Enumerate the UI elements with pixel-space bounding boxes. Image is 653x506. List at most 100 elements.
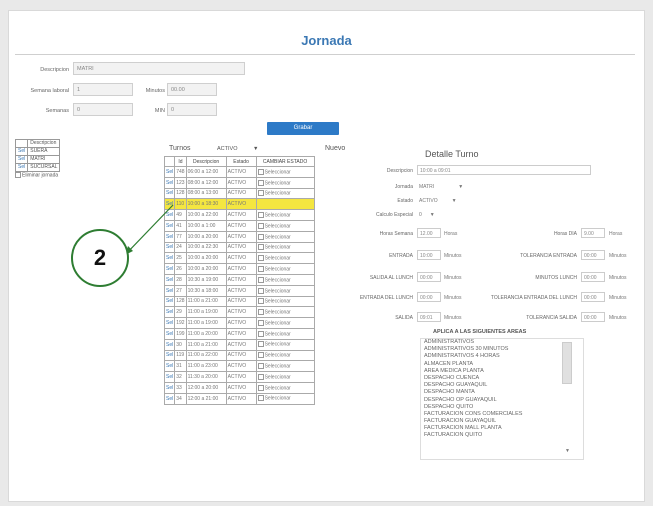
cambiar-estado-checkbox[interactable] — [257, 244, 264, 251]
turno-cambiar-estado[interactable]: Seleccionar — [255, 187, 315, 200]
cambiar-estado-checkbox[interactable] — [257, 276, 264, 283]
dias-input[interactable]: 1 — [73, 83, 133, 96]
det-salida-input[interactable]: 09:01 — [417, 312, 441, 322]
area-option[interactable]: DESPACHO OP GUAYAQUIL — [421, 397, 583, 404]
cambiar-estado-checkbox[interactable] — [257, 384, 264, 391]
cambiar-estado-checkbox[interactable] — [257, 265, 264, 272]
area-option[interactable]: FACTURACION GUAYAQUIL — [421, 418, 583, 425]
area-option[interactable]: DESPACHO QUITO — [421, 404, 583, 411]
turno-cambiar-estado[interactable]: Seleccionar — [255, 338, 315, 351]
area-option[interactable]: ADMINISTRATIVOS 30 MINUTOS — [421, 346, 583, 353]
area-option[interactable]: FACTURACION MALL PLANTA — [421, 425, 583, 432]
scroll-down-icon[interactable]: ▼ — [565, 448, 570, 454]
turno-row[interactable]: Sel 41 10:00 a 1:00 ACTIVO Seleccionar — [163, 219, 315, 232]
cambiar-estado-checkbox[interactable] — [257, 395, 264, 402]
turno-row[interactable]: Sel 192 11:00 a 19:00 ACTIVO Seleccionar — [163, 317, 315, 329]
area-option[interactable]: DESPACHO CUENCA — [421, 375, 583, 382]
cambiar-estado-checkbox[interactable] — [257, 330, 264, 337]
det-estado-select[interactable]: ACTIVO ▼ — [419, 198, 457, 204]
turno-row[interactable]: Sel 199 11:00 a 20:00 ACTIVO Seleccionar — [163, 327, 315, 340]
turno-cambiar-estado[interactable]: Seleccionar — [255, 176, 315, 189]
grabar-button[interactable]: Grabar — [267, 122, 339, 135]
turno-select-link[interactable]: Sel — [163, 327, 176, 340]
cambiar-estado-checkbox[interactable] — [257, 309, 264, 316]
turno-row[interactable]: Sel 31 11:00 a 23:00 ACTIVO Seleccionar — [163, 360, 315, 373]
max-input[interactable]: 0 — [167, 103, 217, 116]
turno-cambiar-estado[interactable]: Seleccionar — [255, 317, 315, 329]
turno-row[interactable]: Sel 128 11:00 a 21:00 ACTIVO Seleccionar — [163, 295, 315, 308]
turno-cambiar-estado[interactable] — [255, 198, 315, 211]
eliminar-checkbox[interactable] — [15, 172, 21, 178]
turno-cambiar-estado[interactable]: Seleccionar — [255, 263, 315, 275]
det-minutos-lunch-input[interactable]: 00:00 — [581, 272, 605, 282]
jornada-select-link[interactable]: Sel — [14, 163, 29, 172]
minutos-input[interactable]: 00.00 — [167, 83, 217, 96]
det-entrada-input[interactable]: 10:00 — [417, 250, 441, 260]
turno-row[interactable]: Sel 25 10:00 a 20:00 ACTIVO Seleccionar — [163, 252, 315, 265]
turno-cambiar-estado[interactable]: Seleccionar — [255, 327, 315, 340]
turno-row[interactable]: Sel 123 08:00 a 12:00 ACTIVO Seleccionar — [163, 176, 315, 189]
turno-cambiar-estado[interactable]: Seleccionar — [255, 209, 315, 221]
area-option[interactable]: FACTURACION QUITO — [421, 432, 583, 439]
turno-select-link[interactable]: Sel — [163, 371, 176, 383]
turno-select-link[interactable]: Sel — [163, 176, 176, 189]
turno-row[interactable]: Sel 24 10:00 a 22:30 ACTIVO Seleccionar — [163, 241, 315, 254]
turno-cambiar-estado[interactable]: Seleccionar — [255, 381, 315, 394]
turno-cambiar-estado[interactable]: Seleccionar — [255, 241, 315, 254]
cambiar-estado-checkbox[interactable] — [257, 363, 264, 370]
turno-cambiar-estado[interactable]: Seleccionar — [255, 360, 315, 373]
det-horas-dia-input[interactable]: 9.00 — [581, 228, 605, 238]
area-option[interactable]: ALMACEN PLANTA — [421, 361, 583, 368]
turno-select-link[interactable]: Sel — [163, 166, 176, 178]
turno-row[interactable]: Sel 77 10:00 a 20:00 ACTIVO Seleccionar — [163, 230, 315, 243]
turno-select-link[interactable]: Sel — [163, 306, 176, 319]
det-horas-semana-input[interactable]: 12.00 — [417, 228, 441, 238]
turno-row[interactable]: Sel 30 11:00 a 21:00 ACTIVO Seleccionar — [163, 338, 315, 351]
turno-select-link[interactable]: Sel — [163, 295, 176, 308]
jornada-select-link[interactable]: Sel — [14, 147, 29, 156]
turno-select-link[interactable]: Sel — [163, 263, 176, 275]
cambiar-estado-checkbox[interactable] — [257, 255, 264, 262]
turno-row[interactable]: Sel 119 11:00 a 22:00 ACTIVO Seleccionar — [163, 349, 315, 362]
area-option[interactable]: FACTURACION CONS COMERCIALES — [421, 411, 583, 418]
turno-cambiar-estado[interactable]: Seleccionar — [255, 284, 315, 297]
det-entrada-lunch-input[interactable]: 00:00 — [417, 292, 441, 302]
descripcion-input[interactable]: MATRI — [73, 62, 245, 75]
turno-select-link[interactable]: Sel — [163, 338, 176, 351]
turno-select-link[interactable]: Sel — [163, 273, 176, 286]
det-calculo-select[interactable]: 0 ▼ — [419, 212, 435, 218]
turno-cambiar-estado[interactable]: Seleccionar — [255, 219, 315, 232]
cambiar-estado-checkbox[interactable] — [257, 179, 264, 186]
turno-row[interactable]: Sel 28 10:30 a 19:00 ACTIVO Seleccionar — [163, 273, 315, 286]
turno-select-link[interactable]: Sel — [163, 187, 176, 200]
cambiar-estado-checkbox[interactable] — [257, 352, 264, 359]
turno-row[interactable]: Sel 26 10:00 a 20:00 ACTIVO Seleccionar — [163, 263, 315, 275]
turno-cambiar-estado[interactable]: Seleccionar — [255, 273, 315, 286]
turno-cambiar-estado[interactable]: Seleccionar — [255, 349, 315, 362]
area-option[interactable]: DESPACHO GUAYAQUIL — [421, 382, 583, 389]
det-salida-lunch-input[interactable]: 00:00 — [417, 272, 441, 282]
semanas-input[interactable]: 0 — [73, 103, 133, 116]
cambiar-estado-checkbox[interactable] — [257, 222, 264, 229]
jornada-select-link[interactable]: Sel — [14, 155, 29, 164]
cambiar-estado-checkbox[interactable] — [257, 298, 264, 305]
turno-cambiar-estado[interactable]: Seleccionar — [255, 295, 315, 308]
cambiar-estado-checkbox[interactable] — [257, 168, 264, 175]
area-option[interactable]: ADMINISTRATIVOS 4 HORAS — [421, 353, 583, 360]
cambiar-estado-checkbox[interactable] — [257, 373, 264, 380]
turno-select-link[interactable]: Sel — [163, 349, 176, 362]
areas-listbox[interactable]: ADMINISTRATIVOS ADMINISTRATIVOS 30 MINUTO… — [420, 338, 584, 460]
turno-select-link[interactable]: Sel — [163, 317, 176, 329]
cambiar-estado-checkbox[interactable] — [257, 287, 264, 294]
turno-cambiar-estado[interactable]: Seleccionar — [255, 371, 315, 383]
nuevo-link[interactable]: Nuevo — [325, 145, 345, 152]
turno-select-link[interactable]: Sel — [163, 381, 176, 394]
turno-select-link[interactable]: Sel — [163, 284, 176, 297]
turno-cambiar-estado[interactable]: Seleccionar — [255, 166, 315, 178]
turno-cambiar-estado[interactable]: Seleccionar — [255, 392, 315, 405]
turno-row[interactable]: Sel 49 10:00 a 22:00 ACTIVO Seleccionar — [163, 209, 315, 221]
turno-row[interactable]: Sel 748 06:00 a 12:00 ACTIVO Seleccionar — [163, 166, 315, 178]
areas-scrollbar[interactable] — [562, 342, 572, 384]
cambiar-estado-checkbox[interactable] — [257, 190, 264, 197]
turno-row[interactable]: Sel 128 08:00 a 13:00 ACTIVO Seleccionar — [163, 187, 315, 200]
